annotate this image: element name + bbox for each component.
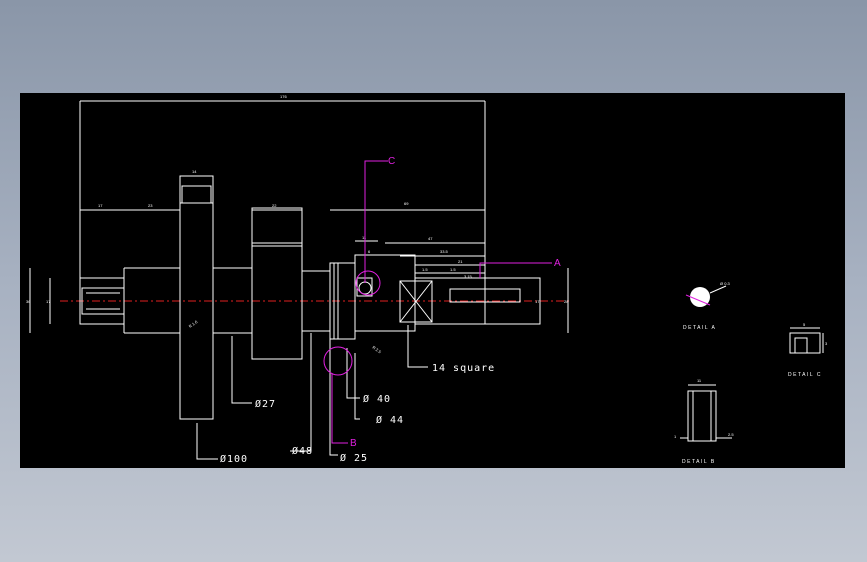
label-d100: Ø100 xyxy=(220,453,248,465)
dim-right-end: 47 xyxy=(428,236,433,241)
shaft-profile xyxy=(79,175,541,420)
dim-left-height: 36 xyxy=(26,299,31,304)
dim-left-end: 17 xyxy=(98,203,103,208)
detail-c-title: DETAIL C xyxy=(788,372,822,378)
dim-slot-e: 3.15 xyxy=(464,274,473,279)
callout-c-marker xyxy=(355,160,388,296)
label-d25: Ø 25 xyxy=(340,452,368,464)
dim-slot-c: 1.5 xyxy=(422,267,428,272)
dim-slot-a: 33.5 xyxy=(440,249,449,254)
detail-b-left: 1 xyxy=(674,434,677,439)
label-d40: Ø 40 xyxy=(363,393,391,405)
dim-left-inner: 17 xyxy=(46,299,51,304)
label-d27: Ø27 xyxy=(255,398,276,410)
dim-flange-width: 14 xyxy=(192,169,197,174)
detail-b-view xyxy=(680,384,732,442)
callout-b-marker xyxy=(323,346,353,444)
dim-fillet-flange: R 1.6 xyxy=(188,319,199,329)
shaft-drawing: 176 14 17 23 22 69 11 47 6 33.5 21 1.5 1… xyxy=(26,94,828,465)
dim-hub-width: 22 xyxy=(272,203,277,208)
dim-right-inner: 17 xyxy=(535,299,540,304)
callout-a-marker xyxy=(479,262,552,278)
dim-overall-length: 176 xyxy=(280,94,287,99)
detail-b-title: DETAIL B xyxy=(682,459,716,465)
dim-fillet-right: R 2.5 xyxy=(371,345,382,355)
callout-a-label: A xyxy=(554,258,561,269)
dim-right-section: 69 xyxy=(404,201,409,206)
dim-groove-small: 6 xyxy=(368,249,371,254)
dim-slot-b: 21 xyxy=(458,259,463,264)
detail-a-title: DETAIL A xyxy=(683,325,716,331)
dim-right-height: 28 xyxy=(564,299,569,304)
detail-b-right: 2.5 xyxy=(728,432,734,437)
diameter-leaders xyxy=(196,325,428,460)
callout-b-label: B xyxy=(350,438,357,449)
detail-c-height: 3 xyxy=(825,341,828,346)
dim-slot-d: 1.5 xyxy=(450,267,456,272)
dimension-lines xyxy=(29,100,569,333)
label-d44: Ø 44 xyxy=(376,414,404,426)
detail-c-view xyxy=(789,327,824,354)
detail-a-view xyxy=(685,285,727,307)
detail-c-width: 5 xyxy=(803,322,806,327)
label-d48: Ø48 xyxy=(292,445,313,457)
detail-a-radius: Ø 0.3 xyxy=(720,281,731,286)
detail-b-width: 11 xyxy=(697,378,702,383)
label-14-square: 14 square xyxy=(432,363,495,374)
dim-left-neck: 23 xyxy=(148,203,153,208)
drawing-canvas[interactable]: 176 14 17 23 22 69 11 47 6 33.5 21 1.5 1… xyxy=(20,93,845,468)
callout-c-label: C xyxy=(388,156,395,167)
dim-groove-offset: 11 xyxy=(362,235,367,240)
